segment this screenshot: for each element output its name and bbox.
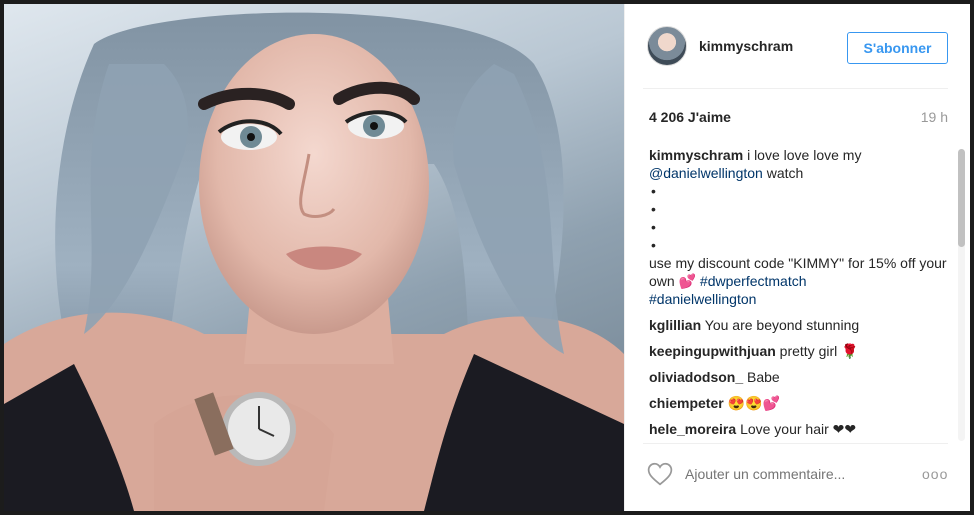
- scrollbar-thumb[interactable]: [958, 149, 965, 247]
- caption-text-1: i love love love my: [747, 147, 862, 163]
- post-details-panel: kimmyschram S'abonner 4 206 J'aime 19 h …: [624, 4, 970, 511]
- caption-mention[interactable]: @danielwellington: [649, 165, 763, 181]
- comment-username[interactable]: oliviadodson_: [649, 369, 743, 385]
- comment-username[interactable]: kglillian: [649, 317, 701, 333]
- comment-item: kglillian You are beyond stunning: [649, 316, 949, 334]
- caption-bullet: •: [651, 237, 656, 253]
- post-timestamp[interactable]: 19 h: [921, 109, 948, 129]
- comment-item: hele_moreira Love your hair ❤❤: [649, 420, 949, 438]
- comment-username[interactable]: chiempeter: [649, 395, 724, 411]
- caption-bullet: •: [651, 219, 656, 235]
- comment-item: keepingupwithjuan pretty girl 🌹: [649, 342, 949, 360]
- comment-text: 😍😍💕: [727, 395, 780, 411]
- header-divider: [643, 88, 948, 89]
- avatar[interactable]: [647, 26, 687, 66]
- comment-text: You are beyond stunning: [704, 317, 860, 333]
- comments-list[interactable]: kimmyschram i love love love my @danielw…: [649, 146, 949, 442]
- caption: kimmyschram i love love love my @danielw…: [649, 146, 949, 308]
- comment-text: Love your hair ❤❤: [740, 421, 857, 437]
- follow-button[interactable]: S'abonner: [847, 32, 948, 64]
- footer-divider: [643, 443, 948, 444]
- comment-username[interactable]: keepingupwithjuan: [649, 343, 776, 359]
- post-modal: kimmyschram S'abonner 4 206 J'aime 19 h …: [4, 4, 970, 511]
- caption-username[interactable]: kimmyschram: [649, 147, 743, 163]
- add-comment-input[interactable]: [685, 466, 922, 482]
- caption-hashtag[interactable]: #dwperfectmatch: [700, 273, 807, 289]
- caption-bullet: •: [651, 183, 656, 199]
- comment-item: chiempeter 😍😍💕: [649, 394, 949, 412]
- comments-scrollbar[interactable]: [958, 149, 965, 441]
- author-username[interactable]: kimmyschram: [699, 38, 793, 54]
- post-photo[interactable]: [4, 4, 624, 511]
- post-footer: ooo: [647, 459, 948, 489]
- more-options-icon[interactable]: ooo: [922, 466, 948, 482]
- photo-illustration: [4, 12, 624, 511]
- caption-hashtag[interactable]: #danielwellington: [649, 291, 756, 307]
- likes-count[interactable]: 4 206 J'aime: [649, 109, 731, 129]
- caption-bullet: •: [651, 201, 656, 217]
- comment-text: pretty girl 🌹: [779, 343, 859, 359]
- likes-row: 4 206 J'aime 19 h: [649, 109, 948, 129]
- caption-text-2: watch: [766, 165, 804, 181]
- comment-username[interactable]: hele_moreira: [649, 421, 736, 437]
- heart-icon[interactable]: [647, 462, 673, 486]
- comment-item: oliviadodson_ Babe: [649, 368, 949, 386]
- comment-text: Babe: [747, 369, 780, 385]
